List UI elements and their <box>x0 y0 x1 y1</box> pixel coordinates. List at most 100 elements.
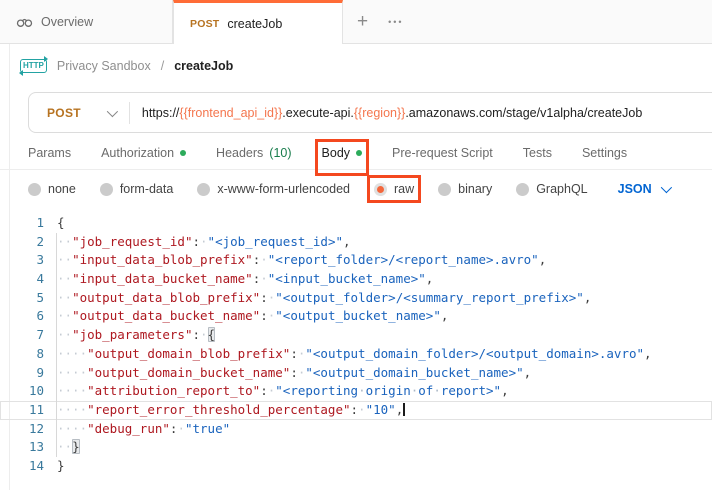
breadcrumb-collection[interactable]: Privacy Sandbox <box>57 59 151 73</box>
request-tab-pre-request-script[interactable]: Pre-request Script <box>392 146 493 169</box>
tab-overview-label: Overview <box>41 15 93 29</box>
code-token: "<output_domain_folder>/<output_domain>.… <box>305 346 644 361</box>
request-tab-authorization[interactable]: Authorization <box>101 146 186 169</box>
code-token: ···· <box>57 421 87 436</box>
code-line[interactable]: 12····"debug_run":·"true" <box>0 420 712 439</box>
code-token: "debug_run" <box>87 421 170 436</box>
code-token: : <box>260 308 268 323</box>
code-content: ··"output_data_bucket_name":·"<output_bu… <box>44 307 448 326</box>
body-type-binary[interactable]: binary <box>438 182 492 196</box>
url-segment: https:// <box>142 106 180 120</box>
code-line[interactable]: 3··"input_data_blob_prefix":·"<report_fo… <box>0 251 712 270</box>
code-line[interactable]: 8····"output_domain_blob_prefix":·"<outp… <box>0 345 712 364</box>
request-tab-params[interactable]: Params <box>28 146 71 169</box>
body-type-raw[interactable]: raw <box>374 182 414 196</box>
request-tab-tests[interactable]: Tests <box>523 146 552 169</box>
code-token: ···· <box>57 402 87 417</box>
code-token: : <box>260 290 268 305</box>
code-content: { <box>44 214 65 233</box>
headers-count-badge: (10) <box>269 146 291 160</box>
tab-overview[interactable]: Overview <box>0 0 173 43</box>
code-line[interactable]: 6··"output_data_bucket_name":·"<output_b… <box>0 307 712 326</box>
code-token: ···· <box>57 383 87 398</box>
code-token: , <box>426 271 434 286</box>
code-token: ·· <box>57 234 72 249</box>
method-dropdown[interactable]: POST <box>29 106 129 120</box>
line-number: 8 <box>0 345 44 364</box>
language-dropdown[interactable]: JSON <box>618 182 669 196</box>
breadcrumb: HTTP Privacy Sandbox / createJob <box>0 44 712 88</box>
code-token: , <box>441 308 449 323</box>
code-line[interactable]: 11····"report_error_threshold_percentage… <box>0 401 712 420</box>
body-type-label: GraphQL <box>536 182 587 196</box>
body-editor[interactable]: 1{2··"job_request_id":·"<job_request_id>… <box>0 206 712 476</box>
code-token: ···· <box>57 365 87 380</box>
code-token: ·· <box>57 439 72 454</box>
tab-method-badge: POST <box>190 18 219 30</box>
code-line[interactable]: 4··"input_data_bucket_name":·"<input_buc… <box>0 270 712 289</box>
code-content: ····"attribution_report_to":·"<reporting… <box>44 382 509 401</box>
new-tab-icon[interactable]: + <box>357 12 368 31</box>
method-label: POST <box>47 106 81 120</box>
code-token: : <box>192 234 200 249</box>
request-tab-label: Headers <box>216 146 263 160</box>
url-variable: {{frontend_api_id}} <box>179 106 282 120</box>
line-number: 3 <box>0 251 44 270</box>
body-type-x-www-form-urlencoded[interactable]: x-www-form-urlencoded <box>197 182 350 196</box>
code-line[interactable]: 2··"job_request_id":·"<job_request_id>", <box>0 233 712 252</box>
line-number: 5 <box>0 289 44 308</box>
radio-icon <box>374 183 387 196</box>
code-line[interactable]: 7··"job_parameters":·{ <box>0 326 712 345</box>
code-token: · <box>358 383 366 398</box>
request-tab-settings[interactable]: Settings <box>582 146 627 169</box>
code-token: "10" <box>366 402 396 417</box>
tab-strip: Overview POST createJob + ••• <box>0 0 712 44</box>
code-token: origin <box>366 383 411 398</box>
code-content: ··"output_data_blob_prefix":·"<output_fo… <box>44 289 591 308</box>
radio-icon <box>197 183 210 196</box>
request-tab-label: Settings <box>582 146 627 160</box>
more-options-icon[interactable]: ••• <box>388 17 403 27</box>
request-tab-body[interactable]: Body <box>322 146 363 169</box>
code-token: } <box>72 439 80 454</box>
body-type-graphql[interactable]: GraphQL <box>516 182 587 196</box>
code-token: · <box>358 402 366 417</box>
request-tab-label: Params <box>28 146 71 160</box>
body-type-label: form-data <box>120 182 174 196</box>
code-line[interactable]: 1{ <box>0 214 712 233</box>
code-line[interactable]: 13 ··} <box>0 438 712 457</box>
code-token: "<output_folder>/<summary_report_prefix>… <box>275 290 584 305</box>
code-line[interactable]: 14} <box>0 457 712 476</box>
code-content: ··"input_data_blob_prefix":·"<report_fol… <box>44 251 546 270</box>
request-url-bar: POST https://{{frontend_api_id}}.execute… <box>28 92 712 133</box>
line-number: 7 <box>0 326 44 345</box>
line-number: 13 <box>0 438 44 457</box>
code-token: · <box>177 421 185 436</box>
code-token: ···· <box>57 346 87 361</box>
url-variable: {{region}} <box>354 106 405 120</box>
language-dropdown-value: JSON <box>618 182 652 196</box>
code-token: report>" <box>441 383 501 398</box>
request-tab-label: Body <box>322 146 351 160</box>
code-token: "<output_bucket_name>" <box>275 308 441 323</box>
code-content: ··"input_data_bucket_name":·"<input_buck… <box>44 270 433 289</box>
tabbar-actions: + ••• <box>343 0 418 43</box>
body-type-label: none <box>48 182 76 196</box>
code-line[interactable]: 5··"output_data_blob_prefix":·"<output_f… <box>0 289 712 308</box>
tab-createjob[interactable]: POST createJob <box>173 0 343 44</box>
url-input[interactable]: https://{{frontend_api_id}}.execute-api.… <box>142 106 712 120</box>
code-content: ····"output_domain_bucket_name":·"<outpu… <box>44 364 531 383</box>
line-number: 2 <box>0 233 44 252</box>
body-type-form-data[interactable]: form-data <box>100 182 174 196</box>
code-line[interactable]: 9····"output_domain_bucket_name":·"<outp… <box>0 364 712 383</box>
code-token: : <box>260 383 268 398</box>
code-line[interactable]: 10····"attribution_report_to":·"<reporti… <box>0 382 712 401</box>
body-type-none[interactable]: none <box>28 182 76 196</box>
request-tab-headers[interactable]: Headers (10) <box>216 146 291 169</box>
radio-icon <box>516 183 529 196</box>
line-number: 9 <box>0 364 44 383</box>
code-token: · <box>260 271 268 286</box>
green-status-dot <box>356 150 362 156</box>
code-token: "report_error_threshold_percentage" <box>87 402 350 417</box>
chevron-down-icon <box>107 105 118 116</box>
